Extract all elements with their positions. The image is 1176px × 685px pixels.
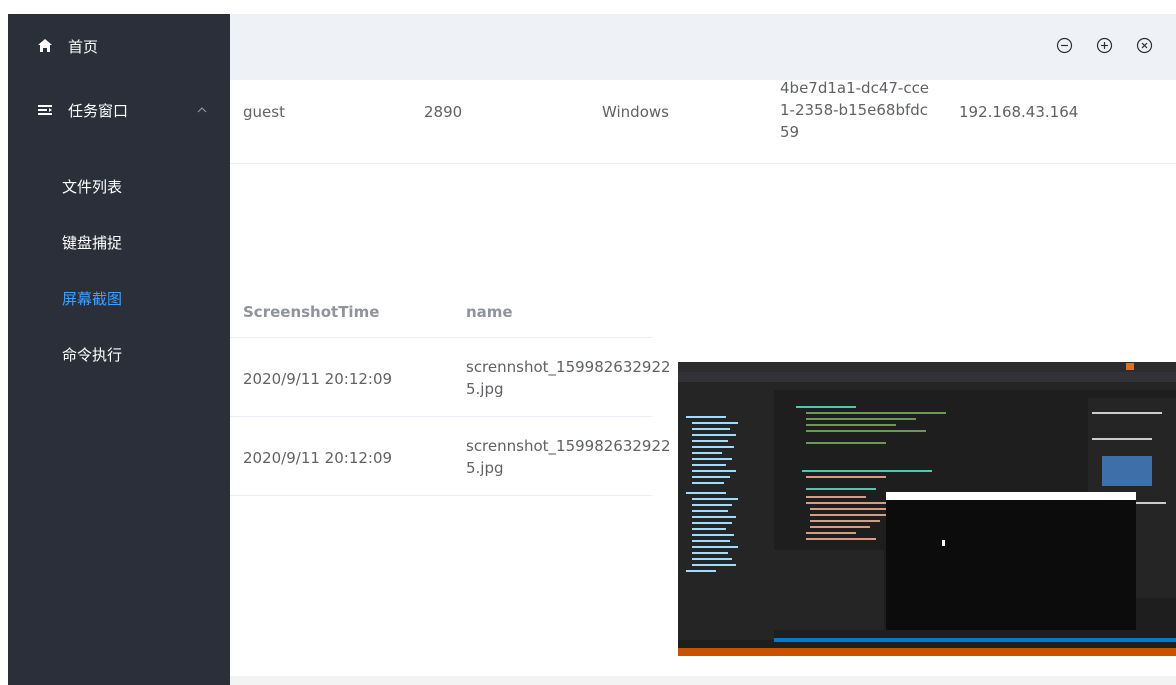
zoom-in-icon[interactable] (1096, 37, 1113, 54)
screenshot-table-header: ScreenshotTime name (230, 285, 652, 338)
sidebar: 首页 任务窗口 文件列表 键盘捕捉 屏幕截图 命令执行 (8, 14, 230, 685)
horizontal-scrollbar[interactable] (230, 676, 1176, 685)
list-icon (36, 101, 54, 119)
close-icon[interactable] (1136, 37, 1153, 54)
sidebar-item-command-exec[interactable]: 命令执行 (8, 342, 230, 366)
sidebar-item-label: 命令执行 (62, 345, 123, 364)
header-bar (230, 14, 1176, 80)
sidebar-item-label: 屏幕截图 (62, 289, 123, 308)
pid-cell: 2890 (424, 103, 463, 121)
sidebar-item-keyboard-capture[interactable]: 键盘捕捉 (8, 230, 230, 254)
sidebar-item-screenshot[interactable]: 屏幕截图 (8, 286, 230, 310)
sidebar-item-file-list[interactable]: 文件列表 (8, 174, 230, 198)
user-cell: guest (243, 103, 285, 121)
ip-cell: 192.168.43.164 (959, 103, 1079, 121)
time-cell: 2020/9/11 20:12:09 (243, 370, 393, 388)
table-row: guest 2890 Windows 4be7d1a1-dc47-cce1-23… (230, 79, 1176, 164)
table-row[interactable]: 2020/9/11 20:12:09 scrennshot_1599826329… (230, 338, 671, 417)
sidebar-item-label: 文件列表 (62, 177, 123, 196)
screenshot-preview-image (678, 362, 1176, 656)
time-cell: 2020/9/11 20:12:09 (243, 449, 393, 467)
uuid-cell: 4be7d1a1-dc47-cce1-2358-b15e68bfdc59 (780, 79, 930, 141)
sidebar-item-label: 首页 (68, 37, 99, 56)
sidebar-item-label: 任务窗口 (68, 101, 129, 120)
chevron-up-icon (194, 102, 210, 118)
filename-cell[interactable]: scrennshot_1599826329225.jpg (466, 356, 671, 400)
os-cell: Windows (602, 103, 669, 121)
column-header-time: ScreenshotTime (243, 303, 380, 321)
column-header-name: name (466, 303, 513, 321)
zoom-out-icon[interactable] (1056, 37, 1073, 54)
home-icon (36, 37, 54, 55)
sidebar-item-label: 键盘捕捉 (62, 233, 123, 252)
filename-cell[interactable]: scrennshot_1599826329225.jpg (466, 435, 671, 479)
table-row[interactable]: 2020/9/11 20:12:09 scrennshot_1599826329… (230, 417, 671, 496)
sidebar-item-task-window[interactable]: 任务窗口 (8, 98, 230, 122)
sidebar-item-home[interactable]: 首页 (8, 34, 230, 58)
